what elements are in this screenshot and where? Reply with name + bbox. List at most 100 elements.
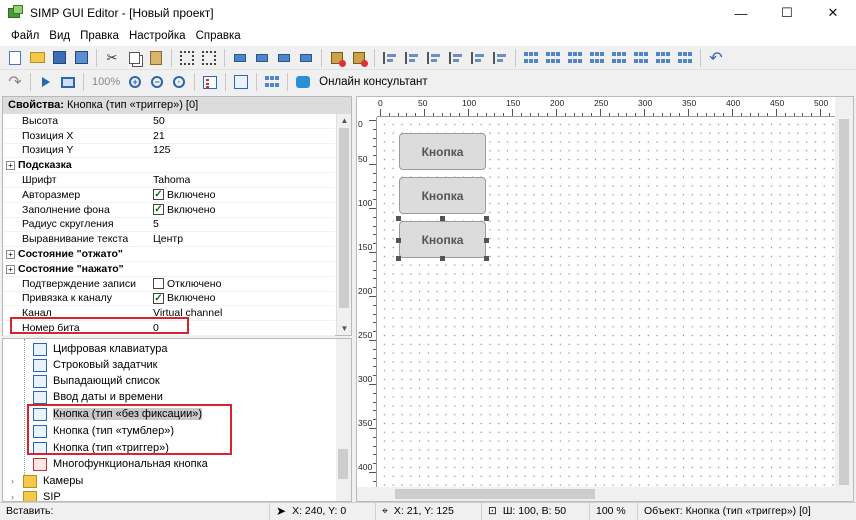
canvas-vertical-scrollbar[interactable] [835,117,853,487]
property-value[interactable]: Центр [149,233,335,245]
menu-view[interactable]: Вид [44,30,75,42]
expand-arrow-icon[interactable]: › [11,476,23,486]
tree-scroll-thumb[interactable] [338,449,348,479]
align-center-button[interactable] [402,48,422,68]
bring-front-button[interactable] [230,48,250,68]
distribute-button-2[interactable] [543,48,563,68]
align-middle-button[interactable] [468,48,488,68]
property-value[interactable]: 125 [149,144,335,156]
align-top-button[interactable] [446,48,466,68]
property-value[interactable]: Tahoma [149,174,335,186]
consultant-icon-button[interactable] [293,72,313,92]
send-back-button[interactable] [296,48,316,68]
property-value[interactable]: 5 [149,218,335,230]
scroll-up-icon[interactable]: ▲ [337,116,352,125]
expand-plus-icon[interactable]: + [6,264,15,274]
distribute-button-5[interactable] [609,48,629,68]
scroll-thumb[interactable] [339,128,349,308]
distribute-button-8[interactable] [675,48,695,68]
property-value[interactable]: 50 [149,115,335,127]
undo-button[interactable]: ↶ [706,48,726,68]
property-row[interactable]: Шрифт Tahoma [3,173,335,188]
align-right-button[interactable] [424,48,444,68]
backward-button[interactable] [274,48,294,68]
zoom-in-button[interactable]: + [125,72,145,92]
tree-item[interactable]: › SIP [11,489,61,501]
property-value[interactable]: ✓ Включено [149,292,335,304]
tree-item[interactable]: Цифровая клавиатура [33,341,168,357]
online-consultant-link[interactable]: Онлайн консультант [319,76,427,88]
resize-handle[interactable] [396,256,401,261]
resize-handle[interactable] [440,216,445,221]
distribute-button-3[interactable] [565,48,585,68]
deselect-button[interactable] [199,48,219,68]
open-button[interactable] [27,48,47,68]
resize-handle[interactable] [484,216,489,221]
canvas-horizontal-scrollbar[interactable] [377,487,835,501]
canvas-vscroll-thumb[interactable] [839,119,849,485]
resize-handle[interactable] [484,256,489,261]
preview-button[interactable] [58,72,78,92]
unchecked-checkbox-icon[interactable] [153,278,164,290]
property-row[interactable]: Привязка к каналу ✓ Включено [3,292,335,307]
unlock-button[interactable] [349,48,369,68]
tree-item[interactable]: Многофункциональная кнопка [33,456,208,472]
property-row[interactable]: Высота 50 [3,114,335,129]
distribute-button-7[interactable] [653,48,673,68]
paste-button[interactable] [146,48,166,68]
new-file-button[interactable] [5,48,25,68]
resize-handle[interactable] [440,256,445,261]
forward-button[interactable] [252,48,272,68]
property-row[interactable]: Заполнение фона ✓ Включено [3,203,335,218]
expand-plus-icon[interactable]: + [6,250,15,260]
resize-handle[interactable] [396,216,401,221]
menu-settings[interactable]: Настройка [124,30,191,42]
save-as-button[interactable] [71,48,91,68]
distribute-button-4[interactable] [587,48,607,68]
distribute-button-1[interactable] [521,48,541,68]
minimize-button[interactable]: — [718,0,764,26]
canvas-button-2[interactable]: Кнопка [399,177,486,214]
tree-item[interactable]: Выпадающий список [33,373,160,389]
canvas-button-1[interactable]: Кнопка [399,133,486,170]
tree-item[interactable]: › Камеры [11,473,83,489]
align-bottom-button[interactable] [490,48,510,68]
design-grid[interactable]: Кнопка Кнопка Кнопка [377,117,835,487]
tree-item[interactable]: Строковый задатчик [33,357,157,373]
redo-button[interactable]: ↷ [5,72,25,92]
properties-button[interactable] [231,72,251,92]
distribute-button-6[interactable] [631,48,651,68]
tree-item[interactable]: Ввод даты и времени [33,389,163,405]
cut-button[interactable]: ✂ [102,48,122,68]
checked-checkbox-icon[interactable]: ✓ [153,204,164,216]
canvas-button-3-selected[interactable]: Кнопка [399,221,486,258]
property-row[interactable]: Подтверждение записи Отключено [3,277,335,292]
property-row[interactable]: Авторазмер ✓ Включено [3,188,335,203]
property-row[interactable]: + Состояние "отжато" [3,247,335,262]
resize-handle[interactable] [484,238,489,243]
expand-plus-icon[interactable]: + [6,161,15,171]
properties-scrollbar[interactable]: ▲ ▼ [336,114,351,335]
zoom-fit-button[interactable]: · [169,72,189,92]
save-button[interactable] [49,48,69,68]
zoom-out-button[interactable]: − [147,72,167,92]
align-left-button[interactable] [380,48,400,68]
menu-help[interactable]: Справка [191,30,246,42]
resize-handle[interactable] [396,238,401,243]
menu-file[interactable]: Файл [6,30,44,42]
property-row[interactable]: Выравнивание текста Центр [3,232,335,248]
object-list-button[interactable] [200,72,220,92]
property-value[interactable]: Отключено [149,278,335,290]
property-value[interactable]: 21 [149,130,335,142]
property-row[interactable]: + Подсказка [3,158,335,174]
property-value[interactable]: ✓ Включено [149,189,335,201]
property-row[interactable]: + Состояние "нажато" [3,262,335,277]
menu-edit[interactable]: Правка [75,30,124,42]
select-all-button[interactable] [177,48,197,68]
run-button[interactable] [36,72,56,92]
property-value[interactable]: ✓ Включено [149,204,335,216]
property-row[interactable]: Позиция X 21 [3,129,335,144]
lock-button[interactable] [327,48,347,68]
copy-button[interactable] [124,48,144,68]
canvas-hscroll-thumb[interactable] [395,489,595,499]
